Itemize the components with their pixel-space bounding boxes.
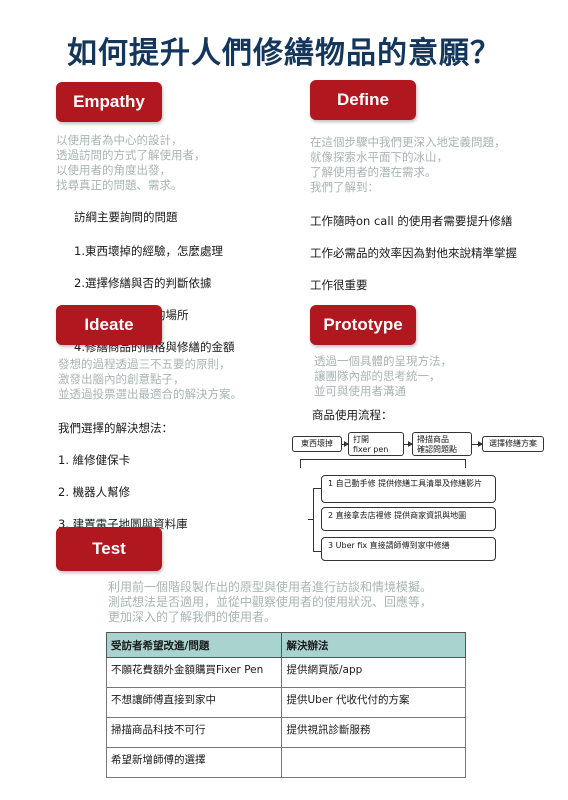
table-row: 不願花費額外金額購買Fixer Pen 提供網頁版/app (105, 657, 466, 688)
define-badge: Define (310, 80, 416, 120)
flow-arrow-icon (472, 441, 483, 447)
ideate-solutions-heading: 我們選擇的解決想法： (58, 421, 173, 435)
empathy-badge: Empathy (56, 82, 162, 122)
prototype-flow-heading: 商品使用流程： (312, 408, 393, 422)
empathy-intro: 以使用者為中心的設計， 透過訪問的方式了解使用者， 以使用者的角度出發， 找尋真… (56, 133, 206, 192)
list-item: 2.選擇修繕與否的判斷依據 (74, 276, 212, 290)
flow-arrow-icon (404, 441, 413, 447)
table-cell (281, 747, 466, 778)
table-header-row: 受訪者希望改進/問題 解決辦法 (105, 632, 466, 658)
table-cell: 提供視訊診斷服務 (281, 717, 466, 748)
option-diy-repair: 1 自己動手修 提供修繕工具清單及修繕影片 (321, 475, 496, 503)
prototype-badge: Prototype (310, 305, 416, 345)
table-cell: 不願花費額外金額購買Fixer Pen (105, 657, 283, 688)
prototype-intro: 透過一個具體的呈現方法， 讓團隊內部的思考統一， 並可與使用者溝通 (314, 354, 452, 398)
ideate-intro: 發想的過程透過三不五要的原則， 激發出腦內的創意點子， 並透過投票選出最適合的解… (58, 357, 242, 401)
ideate-badge: Ideate (56, 305, 162, 345)
table-row: 希望新增師傅的選擇 (105, 747, 466, 778)
page-title: 如何提升人們修繕物品的意願？ (67, 36, 501, 71)
table-cell: 不想讓師傅直接到家中 (105, 687, 283, 718)
test-badge: Test (56, 527, 162, 571)
list-item: 工作很重要 (310, 278, 368, 292)
list-item: 工作必需品的效率因為對他來說精準掌握 (310, 246, 517, 260)
table-row: 不想讓師傅直接到家中 提供Uber 代收代付的方案 (105, 687, 466, 718)
option-shop-repair: 2 直接拿去店裡修 提供商家資訊與地圖 (321, 507, 496, 531)
list-item: 1.東西壞掉的經驗，怎麼處理 (74, 244, 223, 258)
test-intro: 利用前一個階段製作出的原型與使用者進行訪談和情境模擬。 測試想法是否適用，並從中… (108, 580, 433, 624)
list-item: 1. 維修健保卡 (58, 453, 131, 467)
table-cell: 提供Uber 代收代付的方案 (281, 687, 466, 718)
table-cell: 提供網頁版/app (281, 657, 466, 688)
option-uber-fix: 3 Uber fix 直接請師傅到家中修繕 (321, 537, 496, 561)
flow-step-choose-plan: 選擇修繕方案 (482, 436, 544, 452)
empathy-questions-heading: 訪綱主要詢問的問題 (74, 210, 178, 224)
list-item: 2. 機器人幫修 (58, 485, 131, 499)
empathy-questions-list: 1.東西壞掉的經驗，怎麼處理 2.選擇修繕與否的判斷依據 3.怎麼找到修繕的場所… (74, 227, 314, 371)
flow-connector (300, 459, 466, 468)
flow-step-broken: 東西壞掉 (292, 436, 342, 452)
list-item: 工作隨時on call 的使用者需要提升修繕 (310, 214, 513, 228)
feedback-table: 受訪者希望改進/問題 解決辦法 不願花費額外金額購買Fixer Pen 提供網頁… (105, 632, 466, 778)
define-findings: 工作隨時on call 的使用者需要提升修繕 工作必需品的效率因為對他來說精準掌… (310, 197, 565, 309)
define-intro: 在這個步驟中我們更深入地定義問題， 就像探索水平面下的冰山， 了解使用者的潛在需… (310, 135, 506, 194)
table-cell: 希望新增師傅的選擇 (105, 747, 283, 778)
table-row: 掃描商品科技不可行 提供視訊診斷服務 (105, 717, 466, 748)
options-bracket-tick (308, 519, 313, 520)
flow-step-scan: 掃描商品 確認問題點 (412, 432, 472, 456)
table-cell: 掃描商品科技不可行 (105, 717, 283, 748)
column-header: 解決辦法 (281, 632, 466, 658)
column-header: 受訪者希望改進/問題 (105, 632, 283, 658)
flow-step-open-pen: 打開 fixer pen (348, 432, 404, 456)
